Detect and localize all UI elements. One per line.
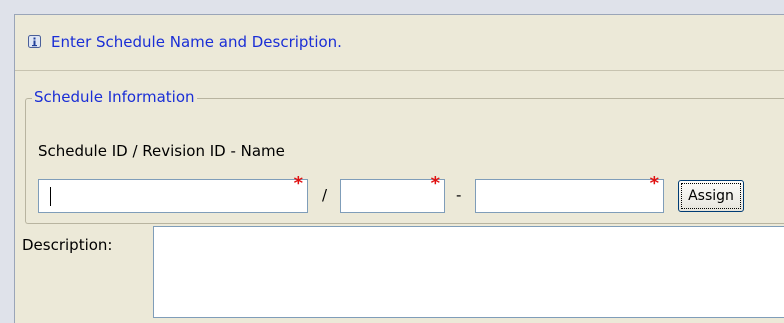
required-marker: * [649,173,659,194]
description-label: Description: [22,236,113,254]
info-message: Enter Schedule Name and Description. [51,33,342,51]
required-marker: * [430,173,440,194]
schedule-form-panel: Enter Schedule Name and Description. Sch… [14,14,784,323]
revision-id-input[interactable]: * [340,175,445,213]
schedule-id-label: Schedule ID / Revision ID - Name [38,142,285,160]
text-caret [50,187,51,206]
schedule-id-input[interactable]: * [38,175,308,213]
slash-separator: / [322,186,328,204]
description-textarea[interactable] [153,226,784,318]
assign-button[interactable]: Assign [678,180,744,212]
group-legend: Schedule Information [32,88,197,106]
info-icon [28,35,41,48]
name-input[interactable]: * [475,175,664,213]
info-bar: Enter Schedule Name and Description. [15,15,784,71]
required-marker: * [293,173,303,194]
dash-separator: - [456,186,462,204]
